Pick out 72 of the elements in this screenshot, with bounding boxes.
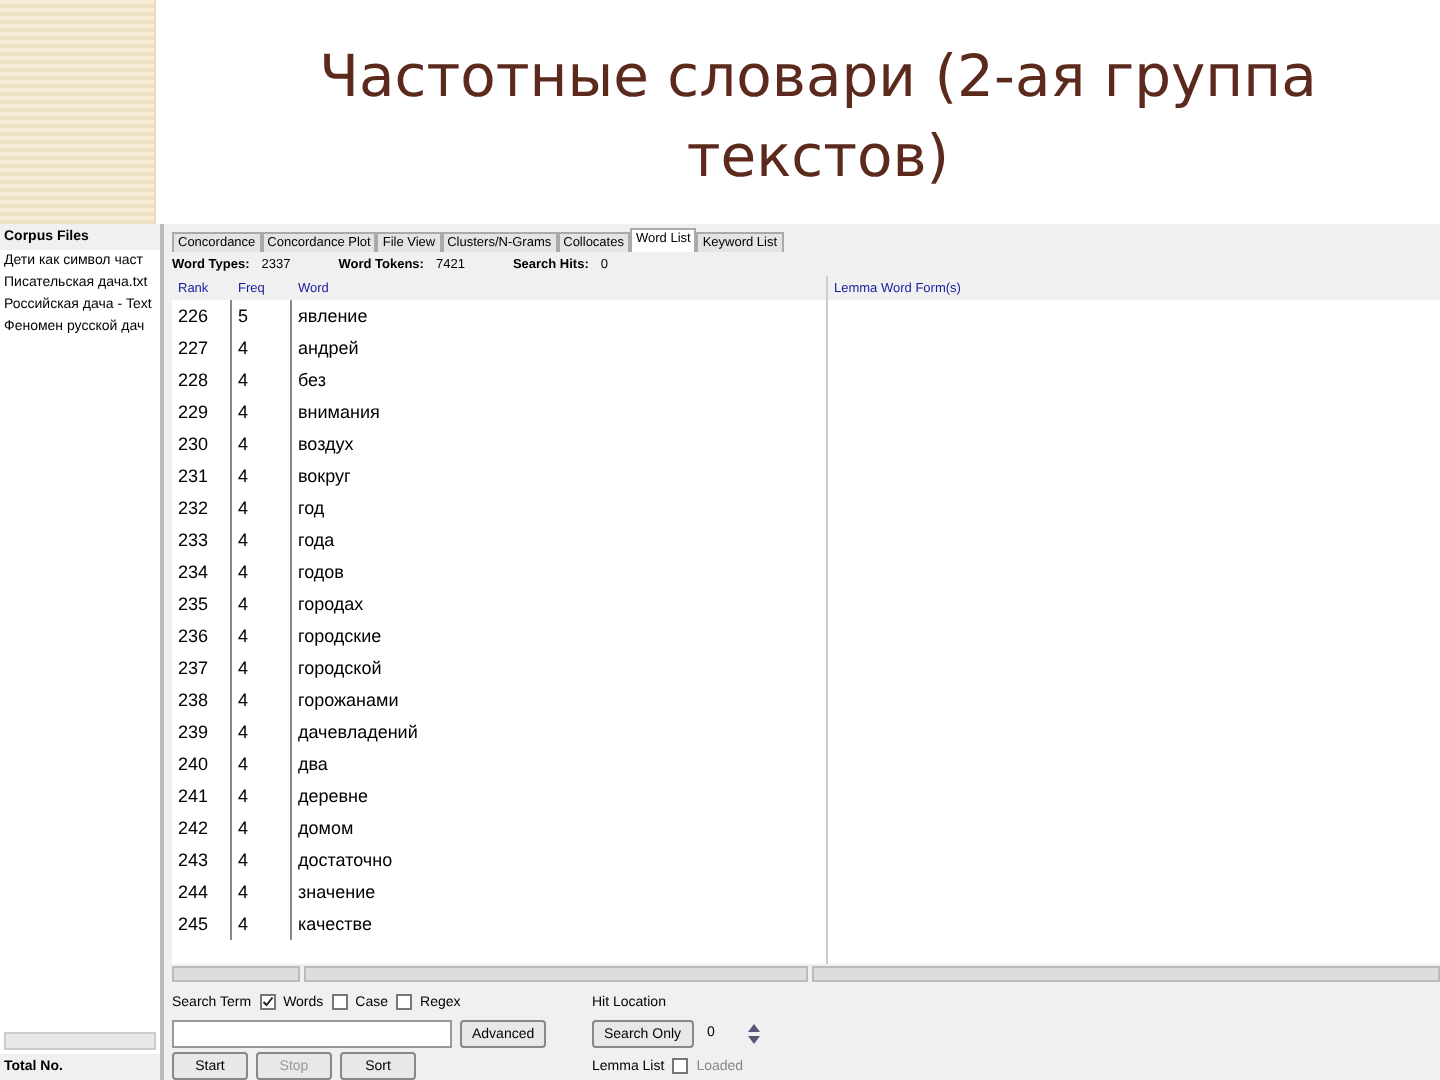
rank-cell: 245 [172, 908, 232, 940]
rank-cell: 236 [172, 620, 232, 652]
word-cell-text: два [296, 752, 330, 778]
rank-cell: 235 [172, 588, 232, 620]
word-cell-text: городской [296, 656, 384, 682]
word-cell-text: городах [296, 592, 366, 618]
word-cell-text: год [296, 496, 327, 522]
checkbox[interactable] [672, 1058, 689, 1074]
search-field[interactable] [172, 1020, 452, 1048]
word-cell-text: дачевладений [296, 720, 420, 746]
rank-cell: 229 [172, 396, 232, 428]
freq-cell: 4 [232, 524, 292, 556]
word-cell-text: воздух [296, 432, 356, 458]
freq-cell: 4 [232, 812, 292, 844]
rank-cell: 233 [172, 524, 232, 556]
freq-cell: 4 [232, 428, 292, 460]
rank-cell: 240 [172, 748, 232, 780]
rank-cell: 242 [172, 812, 232, 844]
rank-cell: 228 [172, 364, 232, 396]
freq-cell: 4 [232, 748, 292, 780]
word-cell-text: без [296, 368, 328, 394]
freq-cell: 4 [232, 332, 292, 364]
freq-cell: 4 [232, 492, 292, 524]
rank-cell: 243 [172, 844, 232, 876]
word-cell-text: вокруг [296, 464, 353, 490]
scrollbar[interactable] [4, 1032, 156, 1050]
word-cell-text: годов [296, 560, 346, 586]
checkbox[interactable] [259, 994, 276, 1010]
checkbox[interactable] [396, 994, 413, 1010]
rank-cell: 230 [172, 428, 232, 460]
freq-cell: 4 [232, 684, 292, 716]
word-cell-text: городские [296, 624, 384, 650]
slide-title: Частотные словари (2-ая группа текстов) [317, 40, 1319, 194]
checkmark-icon [261, 996, 274, 1008]
word-cell-text: значение [296, 880, 378, 906]
freq-cell: 4 [232, 844, 292, 876]
word-cell-text: качестве [296, 912, 374, 938]
rank-cell: 234 [172, 556, 232, 588]
spinner-arrows-icon[interactable] [745, 1022, 762, 1046]
freq-cell: 4 [232, 588, 292, 620]
word-cell-text: явление [296, 304, 370, 330]
freq-cell: 5 [232, 300, 292, 332]
scrollbar[interactable] [812, 966, 1440, 982]
freq-cell: 4 [232, 396, 292, 428]
rank-cell: 244 [172, 876, 232, 908]
rank-cell: 232 [172, 492, 232, 524]
rank-cell: 239 [172, 716, 232, 748]
rank-cell: 241 [172, 780, 232, 812]
rank-cell: 227 [172, 332, 232, 364]
word-cell-text: года [296, 528, 337, 554]
freq-cell: 4 [232, 780, 292, 812]
freq-cell: 4 [232, 556, 292, 588]
word-cell-text: достаточно [296, 848, 395, 874]
rank-cell: 231 [172, 460, 232, 492]
freq-cell: 4 [232, 364, 292, 396]
freq-cell: 4 [232, 620, 292, 652]
checkbox[interactable] [331, 994, 348, 1010]
rank-cell: 238 [172, 684, 232, 716]
freq-cell: 4 [232, 716, 292, 748]
scrollbar[interactable] [172, 966, 301, 982]
scrollbar[interactable] [304, 966, 808, 982]
word-cell-text: андрей [296, 336, 361, 362]
freq-cell: 4 [232, 876, 292, 908]
freq-cell: 4 [232, 652, 292, 684]
freq-cell: 4 [232, 908, 292, 940]
word-cell-text: домом [296, 816, 356, 842]
word-cell-text: горожанами [296, 688, 401, 714]
rank-cell: 237 [172, 652, 232, 684]
rank-cell: 226 [172, 300, 232, 332]
freq-cell: 4 [232, 460, 292, 492]
word-cell-text: внимания [296, 400, 382, 426]
word-cell-text: деревне [296, 784, 371, 810]
